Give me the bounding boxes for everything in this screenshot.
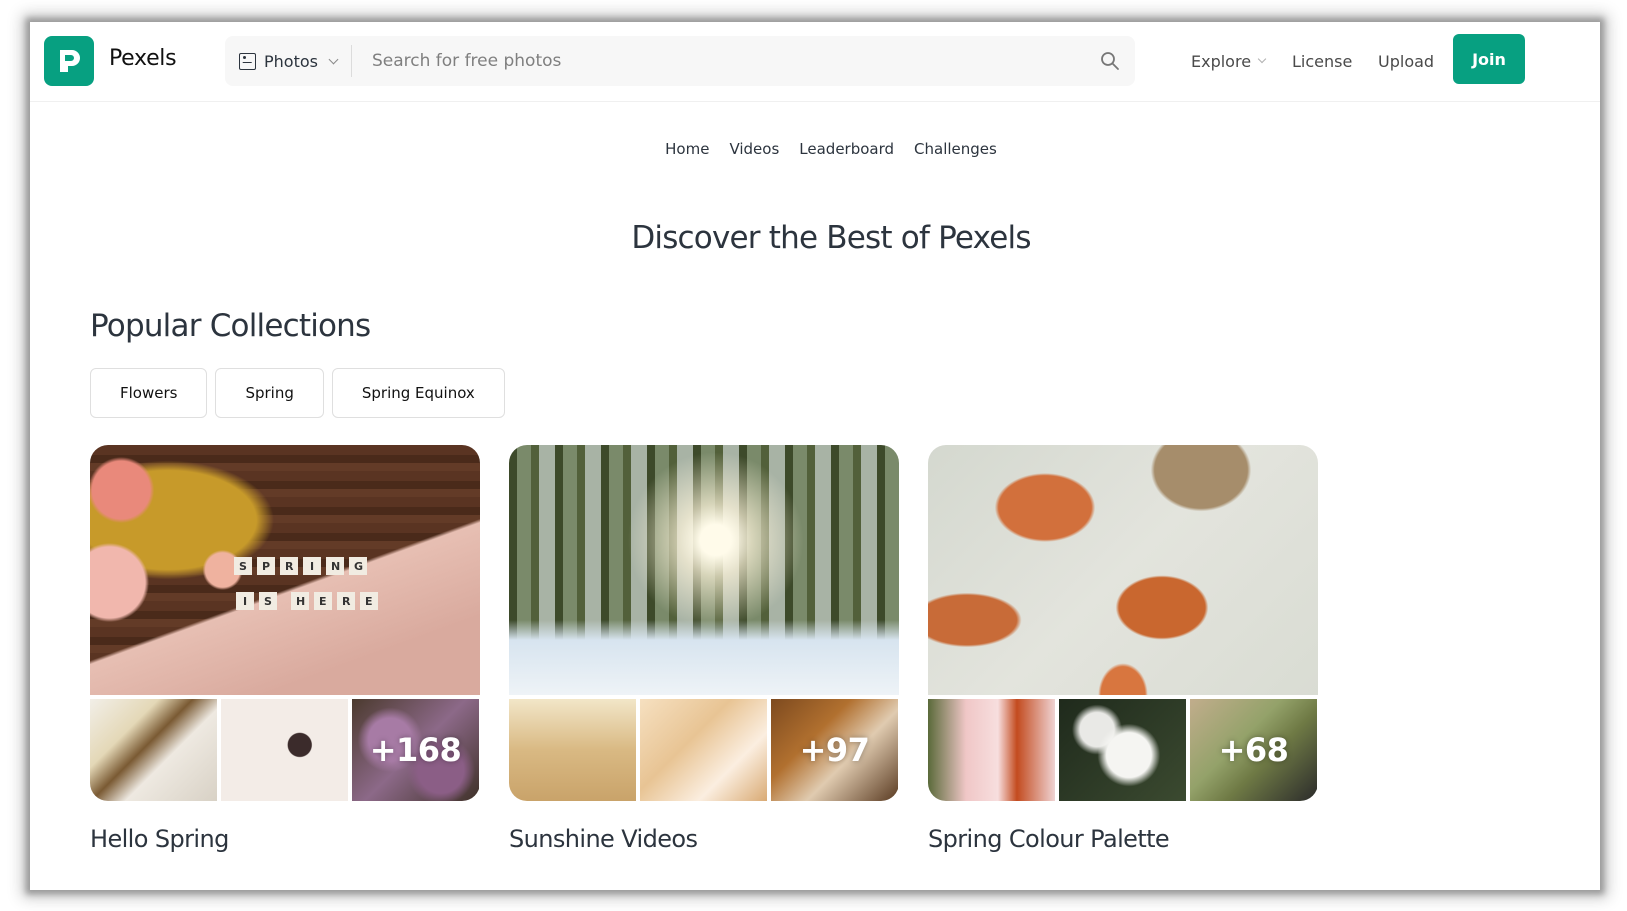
svg-text:H: H xyxy=(296,595,305,608)
collection-thumb-more: +168 xyxy=(352,699,479,801)
collection-title[interactable]: Sunshine Videos xyxy=(509,825,899,853)
collection-thumb xyxy=(1059,699,1186,801)
collection-card[interactable]: +97 Sunshine Videos xyxy=(509,445,899,853)
media-type-label: Photos xyxy=(264,51,318,71)
collections-grid: S P R I N G I S H E R E +168 Hello Sprin… xyxy=(90,445,1318,853)
svg-text:I: I xyxy=(243,595,247,608)
section-title: Popular Collections xyxy=(90,308,371,344)
pexels-logo-icon xyxy=(60,50,80,72)
search-input[interactable] xyxy=(351,36,1085,86)
subnav-videos[interactable]: Videos xyxy=(729,140,779,158)
svg-text:R: R xyxy=(342,595,351,608)
join-button[interactable]: Join xyxy=(1453,34,1525,84)
search-button[interactable] xyxy=(1085,36,1135,86)
chip-flowers[interactable]: Flowers xyxy=(90,368,208,418)
hero-title: Discover the Best of Pexels xyxy=(631,220,1031,256)
collection-thumb-more: +68 xyxy=(1190,699,1317,801)
more-count: +97 xyxy=(799,731,870,769)
more-count: +168 xyxy=(369,731,462,769)
upload-link[interactable]: Upload xyxy=(1378,36,1434,86)
svg-text:E: E xyxy=(365,595,373,608)
collection-main-image: S P R I N G I S H E R E xyxy=(90,445,480,695)
license-link[interactable]: License xyxy=(1292,36,1352,86)
media-type-dropdown[interactable]: Photos xyxy=(225,36,351,86)
explore-label: Explore xyxy=(1191,51,1252,71)
collection-thumb xyxy=(928,699,1055,801)
svg-text:S: S xyxy=(239,560,247,573)
collection-main-image xyxy=(509,445,899,695)
upload-label: Upload xyxy=(1378,51,1435,71)
more-count: +68 xyxy=(1218,731,1289,769)
brand-name[interactable]: Pexels xyxy=(109,46,177,71)
collection-thumbnails: +68 xyxy=(928,445,1318,801)
browser-page: Pexels Photos Explore License xyxy=(30,22,1600,890)
svg-text:S: S xyxy=(264,595,272,608)
search-icon xyxy=(1101,52,1119,70)
svg-text:P: P xyxy=(262,560,270,573)
svg-text:E: E xyxy=(319,595,327,608)
chip-spring[interactable]: Spring xyxy=(215,368,324,418)
collection-card[interactable]: +68 Spring Colour Palette xyxy=(928,445,1318,853)
top-header: Pexels Photos Explore License xyxy=(30,22,1600,102)
svg-text:R: R xyxy=(285,560,294,573)
svg-text:N: N xyxy=(331,560,340,573)
svg-text:G: G xyxy=(354,560,363,573)
collection-thumbnails: +97 xyxy=(509,445,899,801)
license-label: License xyxy=(1292,51,1353,71)
collection-main-image xyxy=(928,445,1318,695)
explore-menu[interactable]: Explore xyxy=(1191,36,1267,86)
collection-title[interactable]: Hello Spring xyxy=(90,825,480,853)
collection-thumb xyxy=(90,699,217,801)
collection-thumb xyxy=(509,699,636,801)
sub-navigation: Home Videos Leaderboard Challenges xyxy=(30,140,1600,158)
collection-thumb-more: +97 xyxy=(771,699,898,801)
collection-card[interactable]: S P R I N G I S H E R E +168 Hello Sprin… xyxy=(90,445,480,853)
pexels-logo[interactable] xyxy=(44,36,94,86)
search-bar: Photos xyxy=(225,36,1135,86)
subnav-challenges[interactable]: Challenges xyxy=(914,140,997,158)
chevron-down-icon xyxy=(328,54,339,64)
collection-title[interactable]: Spring Colour Palette xyxy=(928,825,1318,853)
subnav-leaderboard[interactable]: Leaderboard xyxy=(799,140,894,158)
letter-tiles-image: S P R I N G I S H E R E xyxy=(234,557,378,610)
collection-thumbnails: S P R I N G I S H E R E +168 xyxy=(90,445,480,801)
collection-thumb xyxy=(640,699,767,801)
subnav-home[interactable]: Home xyxy=(665,140,709,158)
svg-text:I: I xyxy=(310,560,314,573)
collection-thumb xyxy=(221,699,348,801)
chevron-down-icon xyxy=(1257,54,1267,64)
chip-spring-equinox[interactable]: Spring Equinox xyxy=(331,368,505,418)
collection-chips: Flowers Spring Spring Equinox xyxy=(90,368,505,418)
image-icon xyxy=(239,52,256,70)
